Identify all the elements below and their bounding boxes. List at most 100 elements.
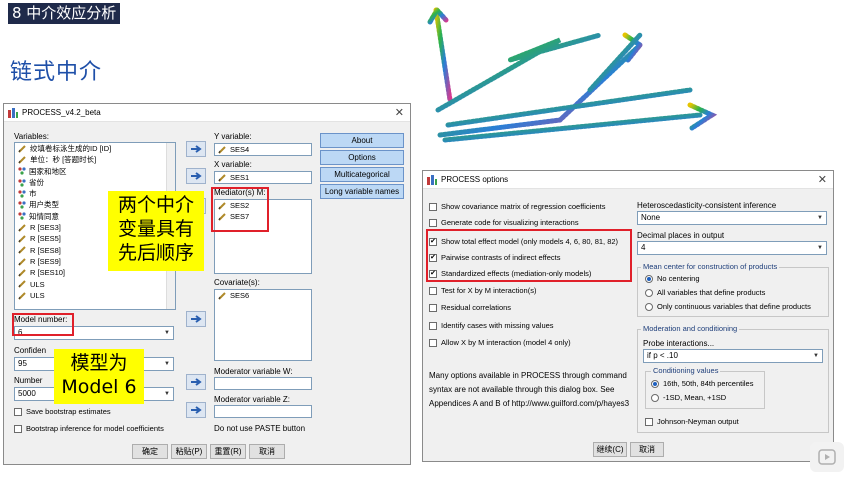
conditioning-radio[interactable]: -1SD, Mean, +1SD xyxy=(651,393,726,402)
covariates-list[interactable]: SES6 xyxy=(214,289,312,361)
right-arrow-icon xyxy=(191,406,202,414)
variable-name: R [SES10] xyxy=(30,268,66,278)
mean-center-radio[interactable]: All variables that define products xyxy=(645,288,765,297)
checkbox-box[interactable] xyxy=(429,218,437,227)
move-to-covariate-button[interactable] xyxy=(186,311,206,327)
variable-name: 市 xyxy=(29,189,37,199)
chevron-down-icon: ▼ xyxy=(164,391,170,397)
move-to-x-button[interactable] xyxy=(186,168,206,184)
radio-button[interactable] xyxy=(651,379,659,388)
nominal-variable-icon xyxy=(18,190,26,198)
variable-name: 单位：秒 [答题时长] xyxy=(30,155,97,165)
variable-list-item[interactable]: 单位：秒 [答题时长] xyxy=(15,154,175,165)
variable-list-item[interactable]: ULS xyxy=(15,279,175,290)
save-bootstrap-checkbox[interactable]: Save bootstrap estimates xyxy=(14,407,111,416)
selected-options-highlight xyxy=(426,229,632,282)
mean-center-option-label: No centering xyxy=(657,274,700,283)
right-arrow-icon xyxy=(191,172,202,180)
hc-inference-select[interactable]: None ▼ xyxy=(637,211,827,225)
y-variable-field[interactable]: SES4 xyxy=(214,143,312,156)
video-play-badge[interactable] xyxy=(810,442,844,472)
move-to-w-button[interactable] xyxy=(186,374,206,390)
x-variable-field[interactable]: SES1 xyxy=(214,171,312,184)
scale-variable-icon xyxy=(218,145,226,154)
checkbox-box[interactable] xyxy=(429,303,437,312)
variable-list-item[interactable]: 绞填卷标泳生成的ID [ID] xyxy=(15,143,175,154)
close-icon[interactable]: ✕ xyxy=(395,106,404,119)
options-dialog: PROCESS options ✕ Show covariance matrix… xyxy=(422,170,834,462)
process-app-icon xyxy=(427,174,437,185)
moderator-w-label: Moderator variable W: xyxy=(214,367,293,376)
radio-button[interactable] xyxy=(645,302,653,311)
covariates-label: Covariate(s): xyxy=(214,278,260,287)
option-checkbox[interactable]: Residual correlations xyxy=(429,303,511,312)
paste-button[interactable]: 粘贴(P) xyxy=(171,444,207,459)
variable-name: 知情同意 xyxy=(29,211,59,221)
save-bootstrap-label: Save bootstrap estimates xyxy=(26,407,111,416)
conditioning-radio[interactable]: 16th, 50th, 84th percentiles xyxy=(651,379,753,388)
scale-variable-icon xyxy=(18,246,26,255)
option-checkbox-label: Test for X by M interaction(s) xyxy=(441,286,537,295)
ok-button[interactable]: 确定 xyxy=(132,444,168,459)
radio-button[interactable] xyxy=(645,274,653,283)
mean-center-radio[interactable]: Only continuous variables that define pr… xyxy=(645,302,811,311)
probe-interactions-label: Probe interactions... xyxy=(643,339,715,348)
right-arrow-icon xyxy=(191,378,202,386)
moderator-z-field[interactable] xyxy=(214,405,312,418)
moderator-z-label: Moderator variable Z: xyxy=(214,395,291,404)
close-icon[interactable]: ✕ xyxy=(818,173,827,186)
checkbox-box[interactable] xyxy=(429,286,437,295)
checkbox-box[interactable] xyxy=(645,417,653,426)
chevron-down-icon: ▼ xyxy=(817,215,823,221)
process-dialog-titlebar[interactable]: PROCESS_v4.2_beta ✕ xyxy=(4,104,410,122)
reset-button[interactable]: 重置(R) xyxy=(210,444,246,459)
mediators-highlight xyxy=(211,187,269,232)
move-to-y-button[interactable] xyxy=(186,141,206,157)
checkbox-box[interactable] xyxy=(429,321,437,330)
mean-center-option-label: Only continuous variables that define pr… xyxy=(657,302,811,311)
radio-button[interactable] xyxy=(651,393,659,402)
johnson-neyman-label: Johnson-Neyman output xyxy=(657,417,739,426)
variable-list-item[interactable]: 省份 xyxy=(15,177,175,188)
moderator-w-field[interactable] xyxy=(214,377,312,390)
option-checkbox[interactable]: Show covariance matrix of regression coe… xyxy=(429,202,606,211)
decimal-places-select[interactable]: 4 ▼ xyxy=(637,241,827,255)
options-dialog-titlebar[interactable]: PROCESS options ✕ xyxy=(423,171,833,189)
option-checkbox[interactable]: Test for X by M interaction(s) xyxy=(429,286,536,295)
checkbox-box[interactable] xyxy=(429,338,437,347)
variable-list-item[interactable]: ULS xyxy=(15,290,175,301)
probe-interactions-select[interactable]: if p < .10 ▼ xyxy=(643,349,823,363)
nominal-variable-icon xyxy=(18,201,26,209)
nominal-variable-icon xyxy=(18,212,26,221)
conditioning-option-label: 16th, 50th, 84th percentiles xyxy=(663,379,754,388)
x-variable-label: X variable: xyxy=(214,160,252,169)
bootstrap-inference-checkbox[interactable]: Bootstrap inference for model coefficien… xyxy=(14,424,164,433)
option-checkbox[interactable]: Generate code for visualizing interactio… xyxy=(429,218,579,227)
radio-button[interactable] xyxy=(645,288,653,297)
option-checkbox[interactable]: Identify cases with missing values xyxy=(429,321,554,330)
continue-button[interactable]: 继续(C) xyxy=(593,442,627,457)
chevron-down-icon: ▼ xyxy=(813,353,819,359)
option-checkbox-label: Show covariance matrix of regression coe… xyxy=(441,202,606,211)
cancel-button[interactable]: 取消 xyxy=(249,444,285,459)
mean-center-radio[interactable]: No centering xyxy=(645,274,700,283)
options-cancel-button[interactable]: 取消 xyxy=(630,442,664,457)
right-arrow-icon xyxy=(191,315,202,323)
about-button[interactable]: About xyxy=(320,133,404,148)
option-checkbox-label: Residual correlations xyxy=(441,303,512,312)
johnson-neyman-checkbox[interactable]: Johnson-Neyman output xyxy=(645,417,739,426)
move-to-z-button[interactable] xyxy=(186,402,206,418)
mediators-callout-line: 变量具有 xyxy=(117,217,194,240)
checkbox-box[interactable] xyxy=(14,407,22,416)
long-variable-names-button[interactable]: Long variable names xyxy=(320,184,404,199)
multicategorical-button[interactable]: Multicategorical xyxy=(320,167,404,182)
covariate-item[interactable]: SES6 xyxy=(215,290,311,301)
variable-list-item[interactable]: 国家和地区 xyxy=(15,166,175,177)
checkbox-box[interactable] xyxy=(14,424,22,433)
variable-name: 用户类型 xyxy=(29,200,59,210)
options-button[interactable]: Options xyxy=(320,150,404,165)
checkbox-box[interactable] xyxy=(429,202,437,211)
option-checkbox[interactable]: Allow X by M interaction (model 4 only) xyxy=(429,338,571,347)
chevron-down-icon: ▼ xyxy=(164,361,170,367)
chevron-down-icon: ▼ xyxy=(817,245,823,251)
